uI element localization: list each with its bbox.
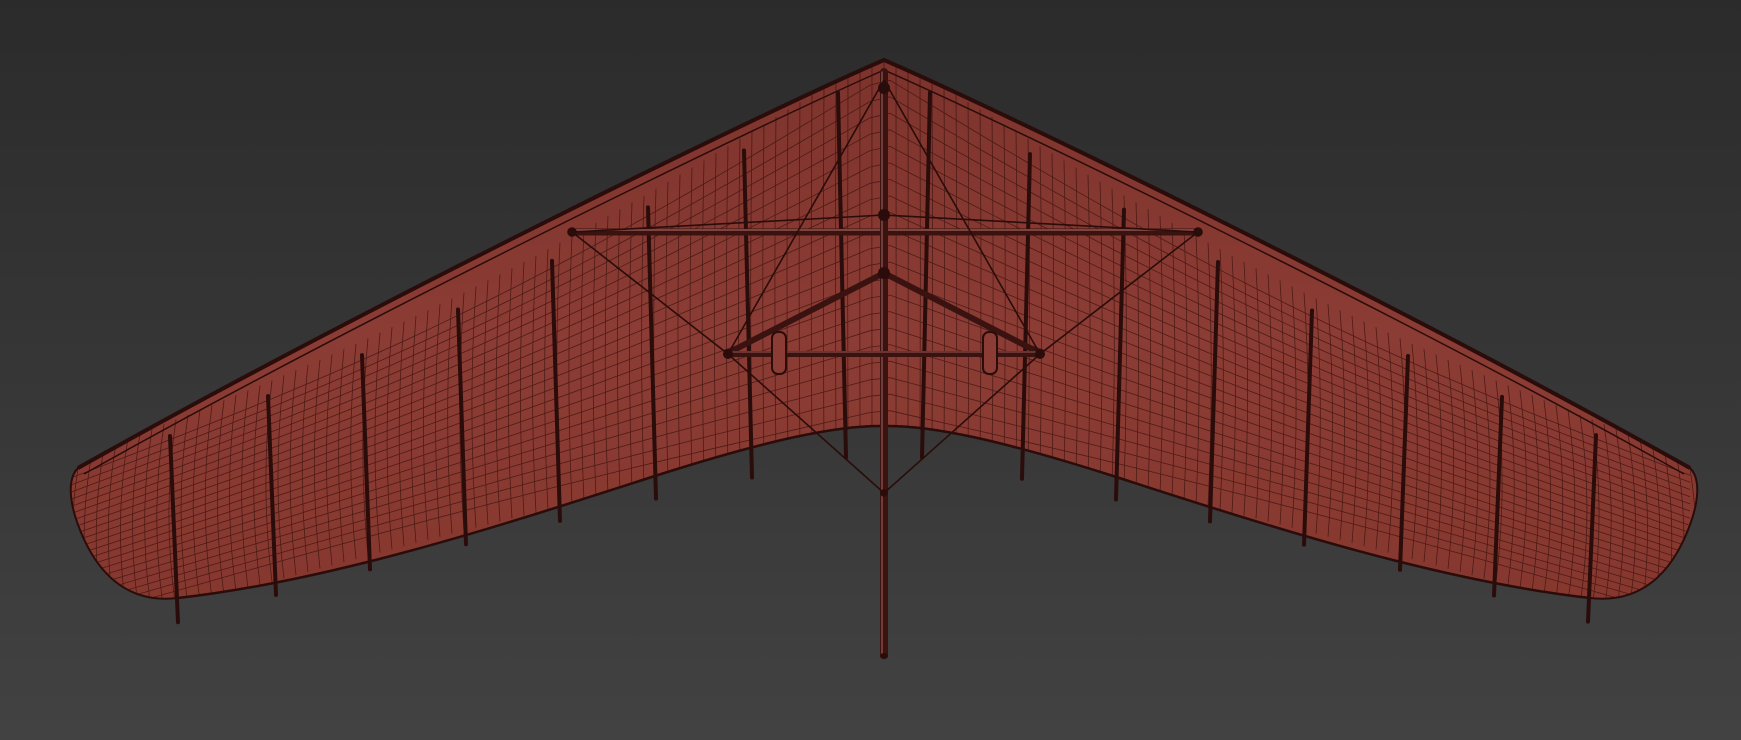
keel-end-cap xyxy=(880,653,888,659)
right-wheel xyxy=(982,331,998,375)
3d-viewport[interactable] xyxy=(0,0,1741,740)
hang-glider-render xyxy=(69,57,1699,659)
left-wheel xyxy=(771,331,787,375)
